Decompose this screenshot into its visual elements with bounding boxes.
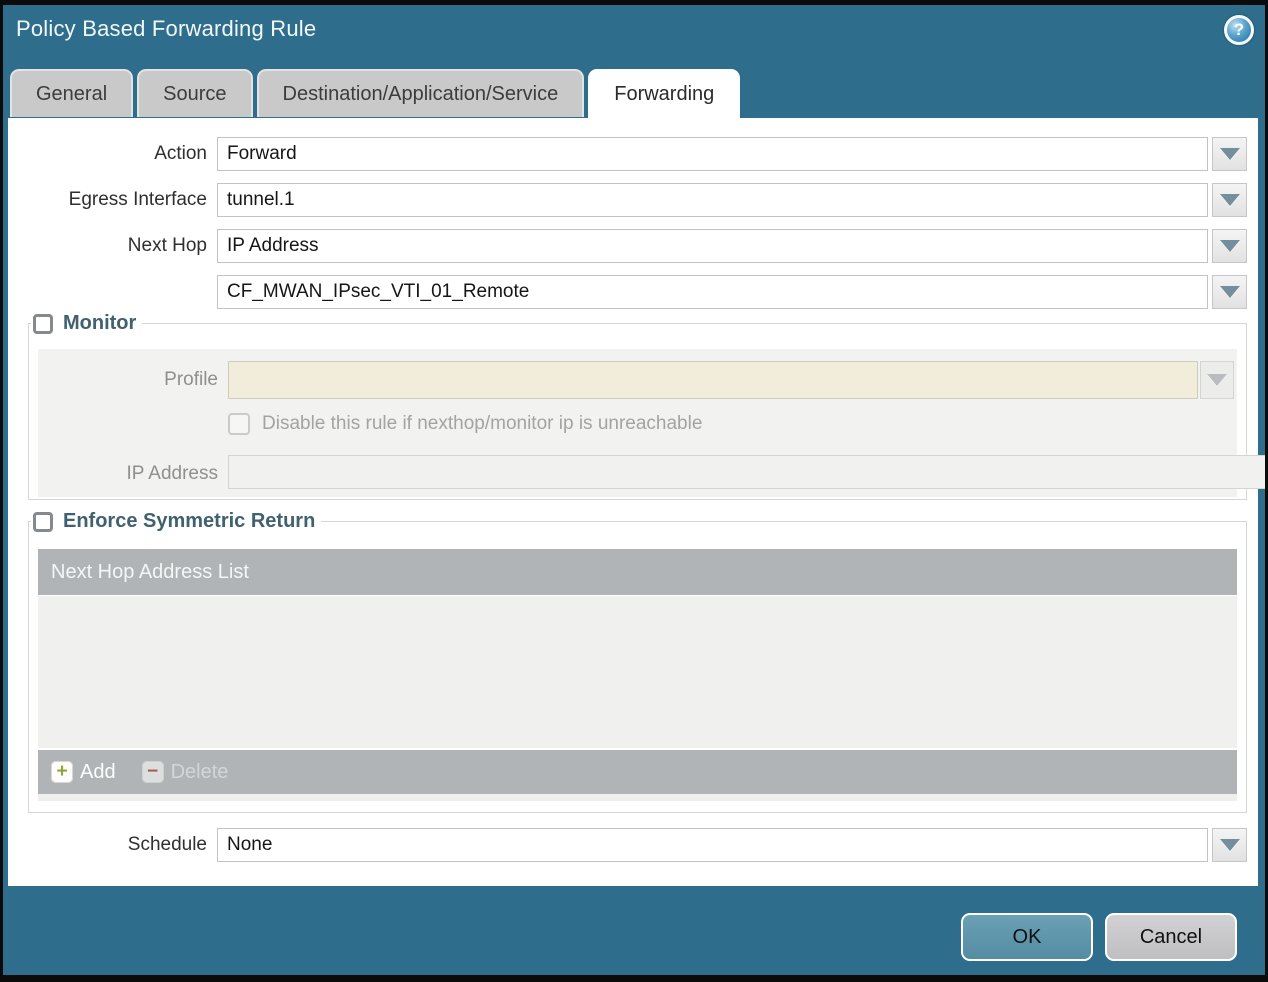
dialog-title: Policy Based Forwarding Rule: [16, 16, 317, 41]
enforce-symmetric-return-fieldset: Enforce Symmetric Return Next Hop Addres…: [28, 510, 1247, 813]
disable-rule-checkbox: [228, 413, 250, 435]
tab-source[interactable]: Source: [137, 69, 253, 117]
profile-input: [228, 361, 1198, 399]
egress-interface-row: Egress Interface: [8, 183, 1258, 217]
chevron-down-icon: [1219, 839, 1240, 851]
add-button-label: Add: [80, 760, 116, 783]
schedule-input[interactable]: [217, 828, 1208, 862]
egress-interface-label: Egress Interface: [68, 189, 207, 210]
next-hop-address-list-toolbar: + Add − Delete: [38, 750, 1237, 794]
enforce-symmetric-return-checkbox[interactable]: [33, 511, 53, 532]
disable-rule-label: Disable this rule if nexthop/monitor ip …: [262, 413, 703, 434]
chevron-down-icon: [1219, 240, 1240, 252]
tab-general[interactable]: General: [10, 69, 134, 117]
monitor-panel: Profile Disable this rule if nexthop/mon…: [38, 349, 1265, 497]
action-input[interactable]: [217, 137, 1208, 171]
monitor-checkbox[interactable]: [33, 313, 53, 334]
profile-label: Profile: [164, 369, 218, 390]
egress-interface-dropdown-button[interactable]: [1212, 183, 1247, 217]
disable-rule-row: Disable this rule if nexthop/monitor ip …: [228, 413, 702, 435]
chevron-down-icon: [1219, 286, 1240, 298]
tab-destination-application-service[interactable]: Destination/Application/Service: [256, 69, 585, 117]
monitor-ip-address-input: [228, 455, 1265, 489]
add-button[interactable]: + Add: [51, 761, 116, 784]
tab-forwarding[interactable]: Forwarding: [588, 69, 741, 118]
ok-button[interactable]: OK: [961, 913, 1093, 961]
monitor-fieldset: Monitor Profile Disable this rule if nex…: [28, 312, 1265, 500]
next-hop-type-input[interactable]: [217, 229, 1208, 263]
next-hop-address-dropdown-button[interactable]: [1212, 275, 1247, 309]
add-plus-icon: +: [51, 761, 73, 783]
schedule-label: Schedule: [127, 834, 207, 855]
profile-dropdown-button: [1200, 361, 1234, 399]
next-hop-address-table: Next Hop Address List + Add − Delete: [38, 549, 1237, 801]
monitor-legend-label: Monitor: [63, 312, 137, 334]
next-hop-address-list-header: Next Hop Address List: [38, 549, 1237, 595]
cancel-button[interactable]: Cancel: [1105, 913, 1237, 961]
table-bottom-strip: [38, 794, 1237, 801]
forwarding-tab-panel: Action Egress Interface Next Hop Monitor: [8, 118, 1265, 886]
delete-button: − Delete: [141, 760, 229, 784]
chevron-down-icon: [1219, 194, 1240, 206]
next-hop-address-list-body: [38, 596, 1237, 748]
enforce-symmetric-return-legend: Enforce Symmetric Return: [31, 510, 321, 533]
schedule-row: Schedule: [8, 828, 1258, 862]
action-label: Action: [154, 143, 207, 164]
chevron-down-icon: [1219, 148, 1240, 160]
monitor-legend: Monitor: [31, 312, 142, 335]
egress-interface-input[interactable]: [217, 183, 1208, 217]
action-dropdown-button[interactable]: [1212, 137, 1247, 171]
next-hop-row: Next Hop: [8, 229, 1258, 263]
schedule-dropdown-button[interactable]: [1212, 828, 1247, 862]
delete-minus-icon: −: [141, 761, 164, 783]
next-hop-address-row: [8, 275, 1258, 309]
monitor-ip-address-label: IP Address: [126, 463, 218, 484]
delete-button-label: Delete: [170, 760, 229, 783]
tab-bar: General Source Destination/Application/S…: [10, 69, 741, 118]
enforce-symmetric-return-label: Enforce Symmetric Return: [63, 510, 316, 532]
next-hop-label: Next Hop: [127, 235, 207, 256]
next-hop-address-input[interactable]: [217, 275, 1208, 309]
policy-based-forwarding-dialog: Policy Based Forwarding Rule ? General S…: [0, 0, 1268, 982]
action-row: Action: [8, 137, 1258, 171]
chevron-down-icon: [1207, 374, 1227, 386]
help-icon[interactable]: ?: [1224, 15, 1254, 45]
next-hop-dropdown-button[interactable]: [1212, 229, 1247, 263]
